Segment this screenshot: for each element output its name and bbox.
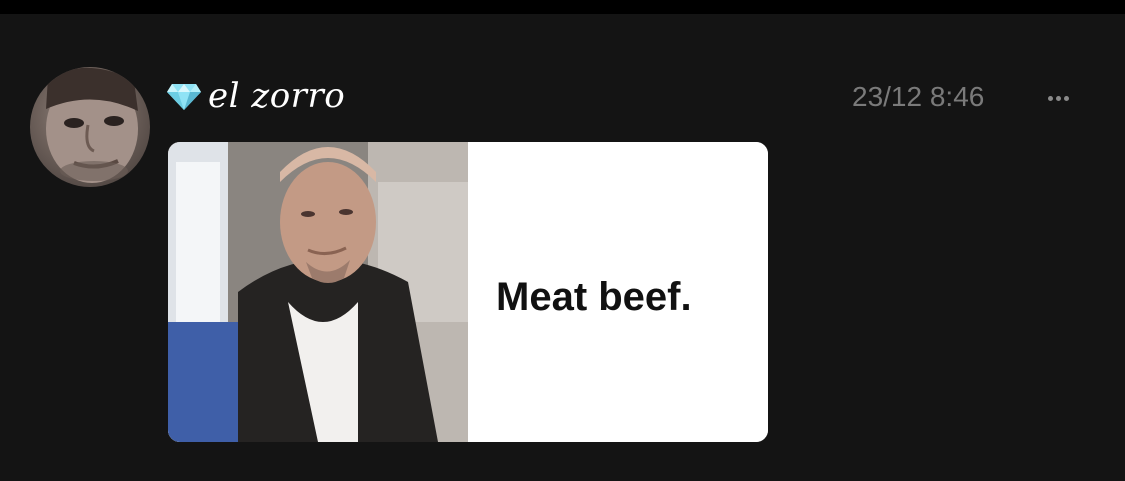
username[interactable]: el zorro	[208, 76, 345, 116]
post: el zorro 23/12 8:46 Meat beef.	[0, 14, 1125, 481]
more-options-icon	[1063, 95, 1069, 101]
avatar[interactable]	[30, 67, 150, 187]
avatar-image	[46, 67, 138, 183]
username-row[interactable]: el zorro	[166, 76, 345, 116]
diamond-icon	[167, 84, 201, 110]
meme-caption: Meat beef.	[496, 275, 692, 319]
more-options-icon	[1055, 95, 1061, 101]
more-options-button[interactable]	[1040, 86, 1076, 110]
timestamp: 23/12 8:46	[852, 81, 985, 112]
meme-caption-panel: Meat beef.	[468, 142, 768, 442]
more-options-icon	[1047, 95, 1053, 101]
top-bar	[0, 0, 1125, 14]
media-attachment[interactable]: Meat beef.	[168, 142, 768, 442]
meme-photo	[168, 142, 468, 442]
